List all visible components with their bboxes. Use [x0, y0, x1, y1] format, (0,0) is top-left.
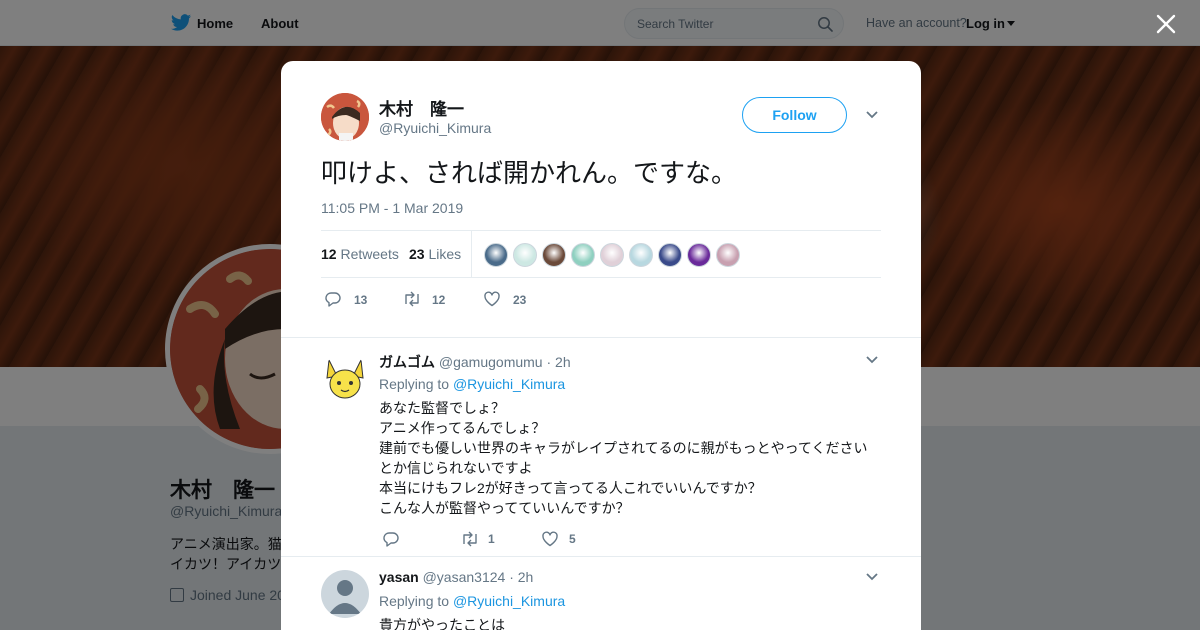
liker-avatar[interactable] [658, 243, 682, 267]
liker-avatar[interactable] [716, 243, 740, 267]
tweet-stats: 12 Retweets 23 Likes [321, 230, 881, 278]
liker-avatar[interactable] [571, 243, 595, 267]
liker-avatar[interactable] [542, 243, 566, 267]
reply-text: 貴方がやったことは [379, 617, 505, 630]
reply-button[interactable] [382, 530, 402, 548]
liker-avatar[interactable] [600, 243, 624, 267]
stats-divider [471, 231, 472, 277]
reply-author[interactable]: yasan @yasan3124 · 2h [379, 569, 533, 585]
replying-to-link[interactable]: @Ryuichi_Kimura [453, 593, 565, 609]
likes-stat[interactable]: 23 Likes [409, 246, 461, 262]
retweets-label: Retweets [340, 246, 399, 262]
reply-avatar[interactable] [321, 570, 369, 618]
like-count: 5 [569, 532, 576, 546]
like-button[interactable]: 5 [541, 530, 586, 548]
liker-avatar[interactable] [687, 243, 711, 267]
follow-button[interactable]: Follow [742, 97, 847, 133]
reply-time[interactable]: · 2h [546, 354, 570, 370]
likes-count: 23 [409, 246, 425, 262]
replying-to-link[interactable]: @Ryuichi_Kimura [453, 376, 565, 392]
reply-author-name: yasan [379, 569, 419, 585]
tweet-author-avatar-art [321, 93, 369, 141]
chevron-down-icon[interactable] [866, 356, 878, 364]
reply-author-handle: @yasan3124 [422, 569, 506, 585]
replying-to: Replying to @Ryuichi_Kimura [379, 376, 565, 392]
reply-author-handle: @gamugomumu [438, 354, 543, 370]
retweet-button[interactable]: 1 [460, 530, 505, 548]
default-avatar-icon [321, 570, 369, 618]
retweet-count: 1 [488, 532, 495, 546]
likes-label: Likes [428, 246, 462, 262]
retweet-count: 12 [432, 293, 446, 307]
reply-author[interactable]: ガムゴム @gamugomumu · 2h [379, 352, 571, 372]
liker-avatar[interactable] [484, 243, 508, 267]
chevron-down-icon[interactable] [866, 111, 878, 119]
replying-to-prefix: Replying to [379, 593, 450, 609]
reply-icon [325, 292, 341, 307]
replying-to: Replying to @Ryuichi_Kimura [379, 593, 565, 609]
reply-avatar-art [321, 354, 369, 402]
reply-author-name: ガムゴム [379, 354, 435, 370]
retweet-icon [463, 531, 477, 547]
heart-icon [542, 531, 558, 547]
tweet-author-name[interactable]: 木村 隆一 [379, 95, 464, 120]
replying-to-prefix: Replying to [379, 376, 450, 392]
liker-avatar[interactable] [513, 243, 537, 267]
reply-avatar[interactable] [321, 354, 369, 402]
tweet-modal: 木村 隆一 @Ryuichi_Kimura Follow 叩けよ、されば開かれん… [281, 61, 921, 630]
reply-time[interactable]: · 2h [509, 569, 533, 585]
reply-icon [383, 532, 399, 547]
tweet-author-handle[interactable]: @Ryuichi_Kimura [379, 120, 491, 136]
reply-count: 13 [354, 293, 368, 307]
reply-tweet[interactable]: ガムゴム @gamugomumu · 2h Replying to @Ryuic… [281, 337, 921, 556]
liker-avatar[interactable] [629, 243, 653, 267]
tweet-actions: 13 12 23 [321, 290, 881, 310]
heart-icon [484, 291, 500, 307]
tweet-timestamp[interactable]: 11:05 PM - 1 Mar 2019 [321, 200, 463, 216]
like-count: 23 [513, 293, 527, 307]
close-icon[interactable] [1154, 12, 1178, 36]
retweets-count: 12 [321, 246, 337, 262]
chevron-down-icon[interactable] [866, 573, 878, 581]
retweets-stat[interactable]: 12 Retweets [321, 246, 399, 262]
reply-text: あなた監督でしょ？ アニメ作ってるんでしょ？ 建前でも優しい世界のキャラがレイプ… [379, 400, 868, 516]
tweet-text: 叩けよ、されば開かれん。ですな。 [321, 158, 738, 188]
retweet-icon [405, 291, 419, 307]
reply-tweet[interactable]: yasan @yasan3124 · 2h Replying to @Ryuic… [281, 556, 921, 630]
tweet-author-avatar[interactable] [321, 93, 369, 141]
